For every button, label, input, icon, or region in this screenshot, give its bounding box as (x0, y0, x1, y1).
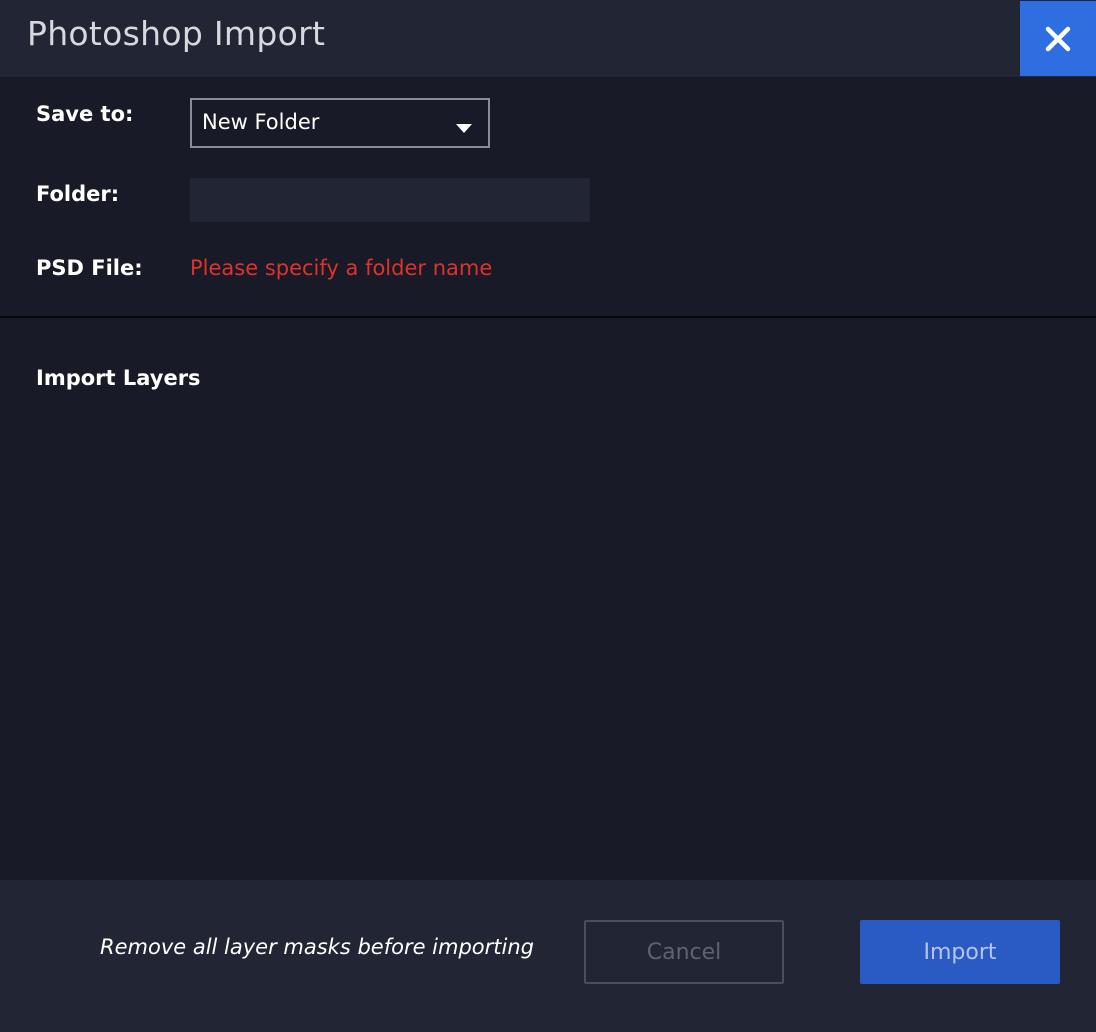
save-to-label: Save to: (36, 102, 134, 126)
caret-down-icon (456, 118, 472, 137)
save-to-selected-value: New Folder (202, 110, 320, 134)
folder-name-error-message: Please specify a folder name (190, 256, 493, 280)
close-icon (1045, 26, 1071, 52)
save-to-dropdown[interactable]: New Folder (190, 98, 490, 148)
section-divider (0, 316, 1096, 318)
folder-label: Folder: (36, 182, 120, 206)
import-layers-heading: Import Layers (36, 366, 201, 390)
close-button[interactable] (1020, 1, 1096, 76)
title-bar: Photoshop Import (0, 0, 1096, 77)
import-button[interactable]: Import (860, 920, 1060, 984)
folder-name-input[interactable] (190, 178, 590, 222)
cancel-button[interactable]: Cancel (584, 920, 784, 984)
remove-layer-masks-note: Remove all layer masks before importing (100, 935, 534, 959)
dialog-title: Photoshop Import (27, 14, 326, 53)
import-layers-list (36, 410, 1060, 860)
psd-file-label: PSD File: (36, 256, 143, 280)
